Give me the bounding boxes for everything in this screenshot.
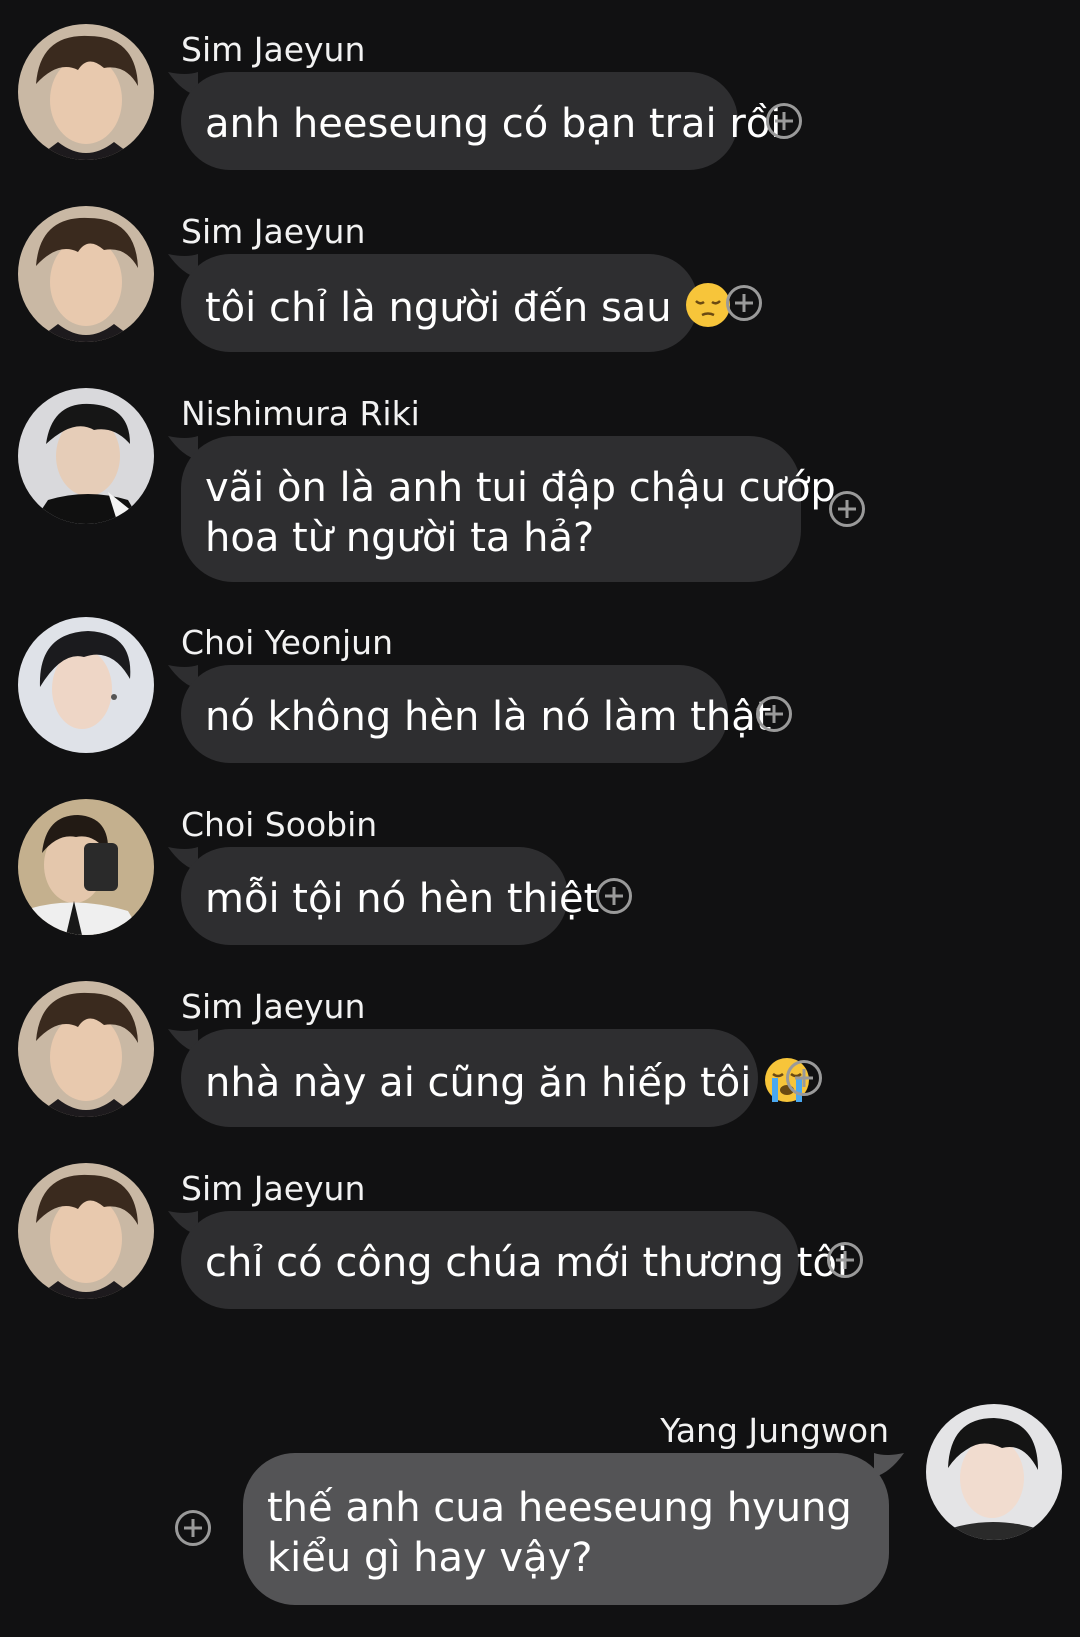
avatar[interactable] — [18, 617, 154, 753]
avatar-yeonjun-icon — [18, 617, 154, 753]
sender-name: Nishimura Riki — [181, 394, 420, 433]
add-reaction-button[interactable] — [785, 1059, 823, 1097]
sender-name: Sim Jaeyun — [181, 1169, 366, 1208]
message-text: vãi òn là anh tui đập chậu cướp — [205, 465, 836, 511]
avatar[interactable] — [18, 24, 154, 160]
avatar-jungwon-icon — [926, 1404, 1062, 1540]
sender-name: Sim Jaeyun — [181, 987, 366, 1026]
add-reaction-icon — [756, 696, 792, 732]
message-text: kiểu gì hay vậy? — [267, 1535, 593, 1581]
sender-name: Choi Soobin — [181, 805, 378, 844]
chat-thread: Sim Jaeyun anh heeseung có bạn trai rồi … — [0, 0, 1080, 1637]
message-bubble[interactable]: tôi chỉ là người đến sau — [181, 254, 730, 352]
avatar-jaeyun-icon — [18, 981, 154, 1117]
add-reaction-icon — [827, 1242, 863, 1278]
avatar-jaeyun-icon — [18, 24, 154, 160]
add-reaction-icon — [766, 103, 802, 139]
avatar[interactable] — [18, 1163, 154, 1299]
add-reaction-button[interactable] — [725, 284, 763, 322]
message-bubble[interactable]: thế anh cua heeseung hyung kiểu gì hay v… — [243, 1453, 889, 1605]
message-bubble[interactable]: nó không hèn là nó làm thật — [181, 665, 772, 763]
message-text: tôi chỉ là người đến sau — [205, 285, 672, 331]
message-bubble[interactable]: chỉ có công chúa mới thương tôi — [181, 1211, 849, 1309]
avatar[interactable] — [18, 799, 154, 935]
avatar-jaeyun-icon — [18, 206, 154, 342]
add-reaction-button[interactable] — [174, 1509, 212, 1547]
avatar[interactable] — [18, 981, 154, 1117]
add-reaction-button[interactable] — [826, 1241, 864, 1279]
add-reaction-icon — [596, 878, 632, 914]
avatar[interactable] — [18, 388, 154, 524]
add-reaction-icon — [726, 285, 762, 321]
add-reaction-icon — [175, 1510, 211, 1546]
add-reaction-button[interactable] — [828, 490, 866, 528]
avatar[interactable] — [926, 1404, 1062, 1540]
add-reaction-button[interactable] — [595, 877, 633, 915]
message-text: thế anh cua heeseung hyung — [267, 1485, 852, 1531]
add-reaction-icon — [786, 1060, 822, 1096]
message-text: anh heeseung có bạn trai rồi — [205, 101, 782, 147]
add-reaction-button[interactable] — [755, 695, 793, 733]
message-text: mỗi tội nó hèn thiệt — [205, 876, 600, 922]
message-bubble[interactable]: vãi òn là anh tui đập chậu cướp hoa từ n… — [181, 436, 836, 582]
sender-name: Choi Yeonjun — [181, 623, 393, 662]
message-bubble[interactable]: nhà này ai cũng ăn hiếp tôi — [181, 1029, 810, 1127]
message-bubble[interactable]: mỗi tội nó hèn thiệt — [181, 847, 600, 945]
sender-name: Sim Jaeyun — [181, 30, 366, 69]
sender-name: Yang Jungwon — [660, 1411, 889, 1450]
message-text: nó không hèn là nó làm thật — [205, 694, 772, 740]
avatar-riki-icon — [18, 388, 154, 524]
add-reaction-icon — [829, 491, 865, 527]
sender-name: Sim Jaeyun — [181, 212, 366, 251]
avatar-jaeyun-icon — [18, 1163, 154, 1299]
message-bubble[interactable]: anh heeseung có bạn trai rồi — [181, 72, 782, 170]
add-reaction-button[interactable] — [765, 102, 803, 140]
message-text: hoa từ người ta hả? — [205, 515, 595, 561]
message-text: nhà này ai cũng ăn hiếp tôi — [205, 1060, 752, 1106]
message-text: chỉ có công chúa mới thương tôi — [205, 1240, 849, 1286]
avatar-soobin-icon — [18, 799, 154, 935]
avatar[interactable] — [18, 206, 154, 342]
